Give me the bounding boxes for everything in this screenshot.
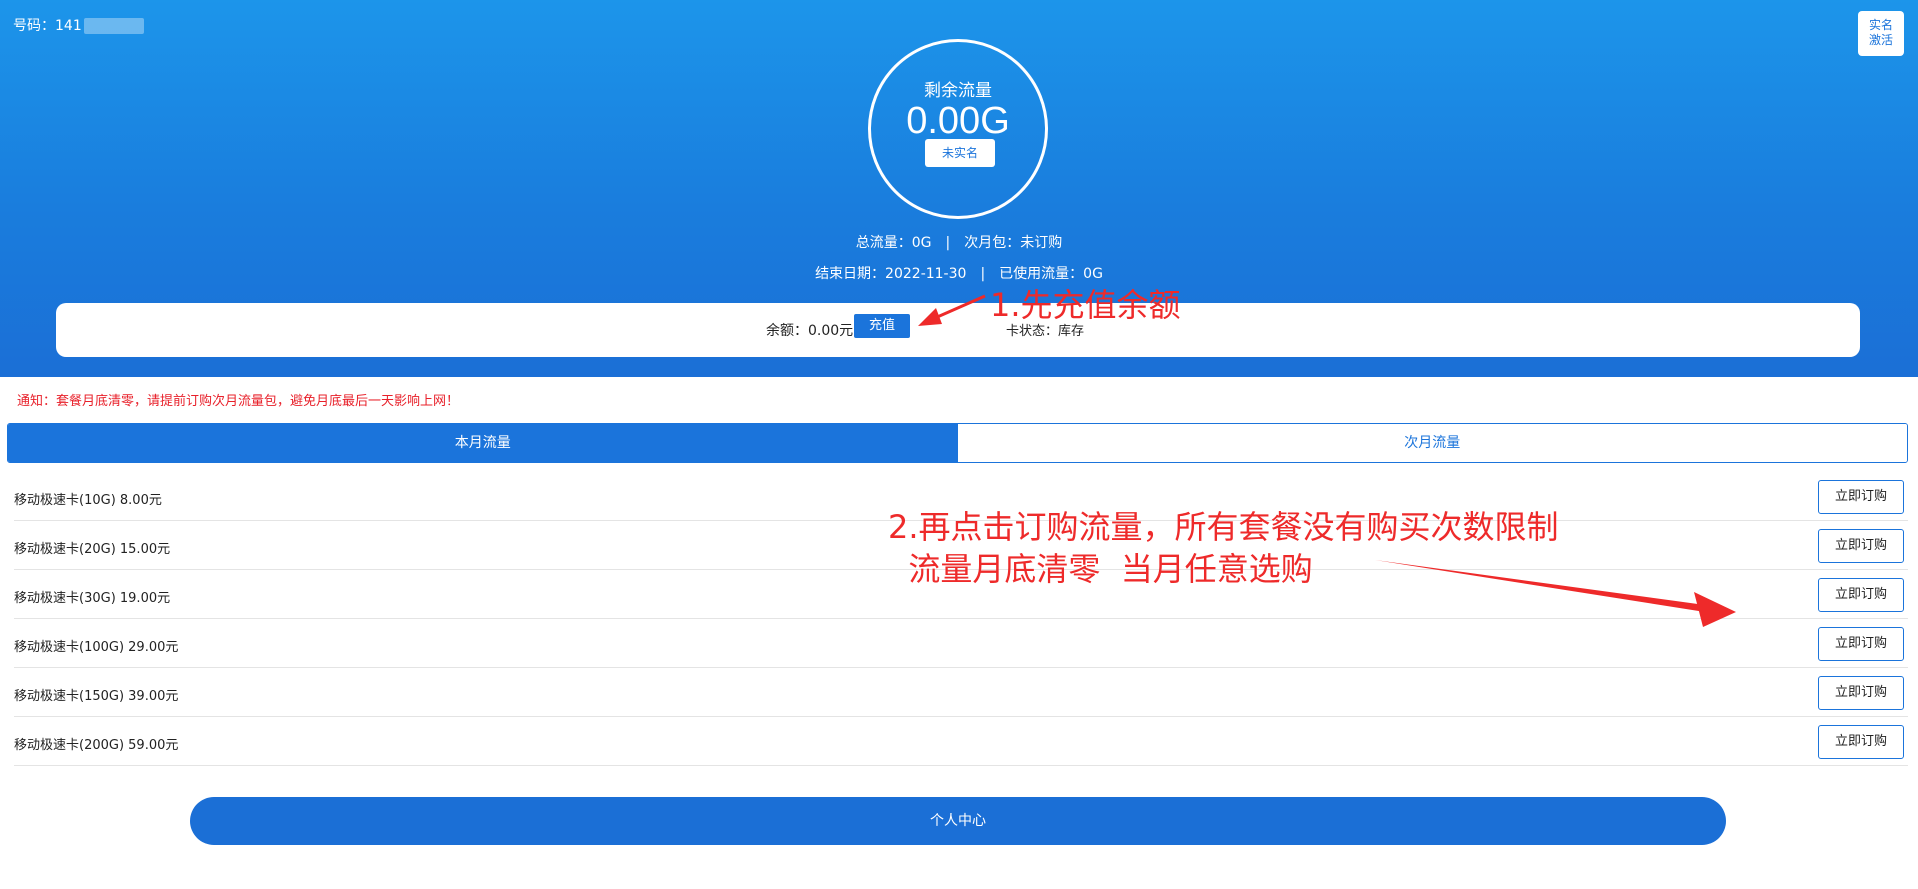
balance-amount: 余额：0.00元 <box>766 323 854 339</box>
phone-number: 号码：141 <box>13 15 144 35</box>
remaining-flow-circle: 剩余流量 0.00G 未实名 <box>868 39 1048 219</box>
product-row: 移动极速卡(200G) 59.00元 立即订购 <box>14 717 1908 766</box>
annotation-step1: 1.先充值余额 <box>990 286 1181 324</box>
product-row: 移动极速卡(100G) 29.00元 立即订购 <box>14 619 1908 668</box>
product-name: 移动极速卡(30G) 19.00元 <box>14 591 171 606</box>
product-name: 移动极速卡(20G) 15.00元 <box>14 542 171 557</box>
order-now-button[interactable]: 立即订购 <box>1818 725 1904 759</box>
unverified-status-button[interactable]: 未实名 <box>925 139 995 167</box>
product-name: 移动极速卡(200G) 59.00元 <box>14 738 179 753</box>
phone-label: 号码：141 <box>13 18 82 34</box>
end-date: 结束日期：2022-11-30 <box>815 266 967 282</box>
product-name: 移动极速卡(10G) 8.00元 <box>14 493 162 508</box>
order-now-button[interactable]: 立即订购 <box>1818 480 1904 514</box>
phone-mask <box>83 18 144 34</box>
order-now-button[interactable]: 立即订购 <box>1818 676 1904 710</box>
order-now-button[interactable]: 立即订购 <box>1818 578 1904 612</box>
flow-summary-line: 总流量：0G | 次月包：未订购 <box>0 232 1918 252</box>
total-flow: 总流量：0G <box>855 235 932 251</box>
remaining-flow-label: 剩余流量 <box>924 81 992 101</box>
realname-btn-line1: 实名 <box>1868 18 1893 32</box>
header-panel: 号码：141 实名 激活 剩余流量 0.00G 未实名 总流量：0G | 次月包：未… <box>0 0 1918 377</box>
separator: | <box>980 266 986 282</box>
annotation-step2-line2: 流量月底清零 当月任意选购 <box>888 550 1313 588</box>
annotation-step2-line1: 2.再点击订购流量，所有套餐没有购买次数限制 <box>888 508 1559 546</box>
annotation-step2: 2.再点击订购流量，所有套餐没有购买次数限制 流量月底清零 当月任意选购 <box>888 506 1559 590</box>
product-name: 移动极速卡(150G) 39.00元 <box>14 689 179 704</box>
tab-next-month[interactable]: 次月流量 <box>957 424 1907 462</box>
tab-current-month[interactable]: 本月流量 <box>8 424 958 462</box>
personal-center-button[interactable]: 个人中心 <box>190 797 1726 845</box>
product-name: 移动极速卡(100G) 29.00元 <box>14 640 179 655</box>
separator: | <box>945 235 951 251</box>
remaining-flow-value: 0.00G <box>906 100 1010 142</box>
balance-card: 余额：0.00元 充值 卡状态：库存 <box>56 303 1860 357</box>
next-month-package: 次月包：未订购 <box>964 235 1063 251</box>
order-now-button[interactable]: 立即订购 <box>1818 529 1904 563</box>
notice-text: 通知：套餐月底清零，请提前订购次月流量包，避免月底最后一天影响上网！ <box>17 394 460 409</box>
product-row: 移动极速卡(150G) 39.00元 立即订购 <box>14 668 1908 717</box>
recharge-button[interactable]: 充值 <box>854 314 910 338</box>
flow-tabs: 本月流量 次月流量 <box>7 423 1908 463</box>
realname-activate-button[interactable]: 实名 激活 <box>1858 11 1904 56</box>
realname-btn-line2: 激活 <box>1868 33 1893 47</box>
date-usage-line: 结束日期：2022-11-30 | 已使用流量：0G <box>0 263 1918 283</box>
order-now-button[interactable]: 立即订购 <box>1818 627 1904 661</box>
